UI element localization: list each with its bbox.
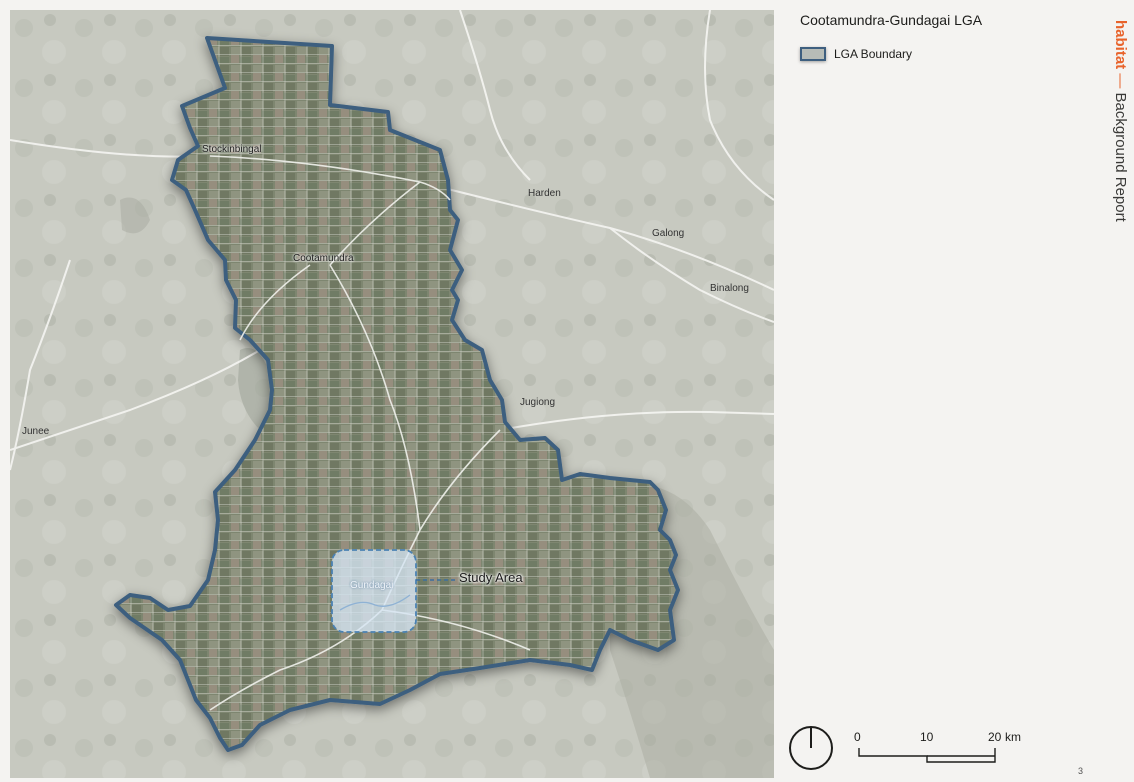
legend-label: LGA Boundary	[834, 47, 913, 61]
map-title: Cootamundra-Gundagai LGA	[800, 12, 983, 28]
place-label-harden: Harden	[528, 188, 561, 199]
study-area-label: Study Area	[459, 570, 523, 585]
map-panel[interactable]: Harden Galong Binalong Jugiong Junee Sto…	[10, 10, 774, 778]
scale-unit: km	[1005, 730, 1021, 744]
place-label-gundagai: Gundagai	[350, 580, 394, 591]
place-label-junee: Junee	[22, 426, 50, 437]
place-label-galong: Galong	[652, 228, 685, 239]
brand-name: habitat	[1112, 20, 1129, 70]
map-canvas[interactable]	[10, 10, 774, 778]
scale-tick-10: 10	[920, 730, 934, 744]
brand-dash: —	[1112, 73, 1129, 89]
scale-tick-0: 0	[854, 730, 861, 744]
place-label-binalong: Binalong	[710, 283, 749, 294]
north-arrow-icon	[789, 726, 833, 770]
legend: LGA Boundary	[800, 47, 912, 61]
brand-subtitle: Background Report	[1112, 92, 1129, 222]
scale-line	[858, 748, 996, 763]
page-number: 3	[1078, 766, 1084, 776]
scale-bar: 0 10 20 km	[848, 728, 1038, 770]
scale-tick-20: 20	[988, 730, 1002, 744]
brand-vertical: habitat — Background Report	[1112, 20, 1129, 222]
legend-swatch	[800, 47, 826, 61]
study-area-box[interactable]	[331, 549, 417, 633]
place-label-cootamundra: Cootamundra	[293, 253, 354, 264]
place-label-jugiong: Jugiong	[520, 397, 556, 408]
place-label-stockinbingal: Stockinbingal	[202, 144, 262, 155]
